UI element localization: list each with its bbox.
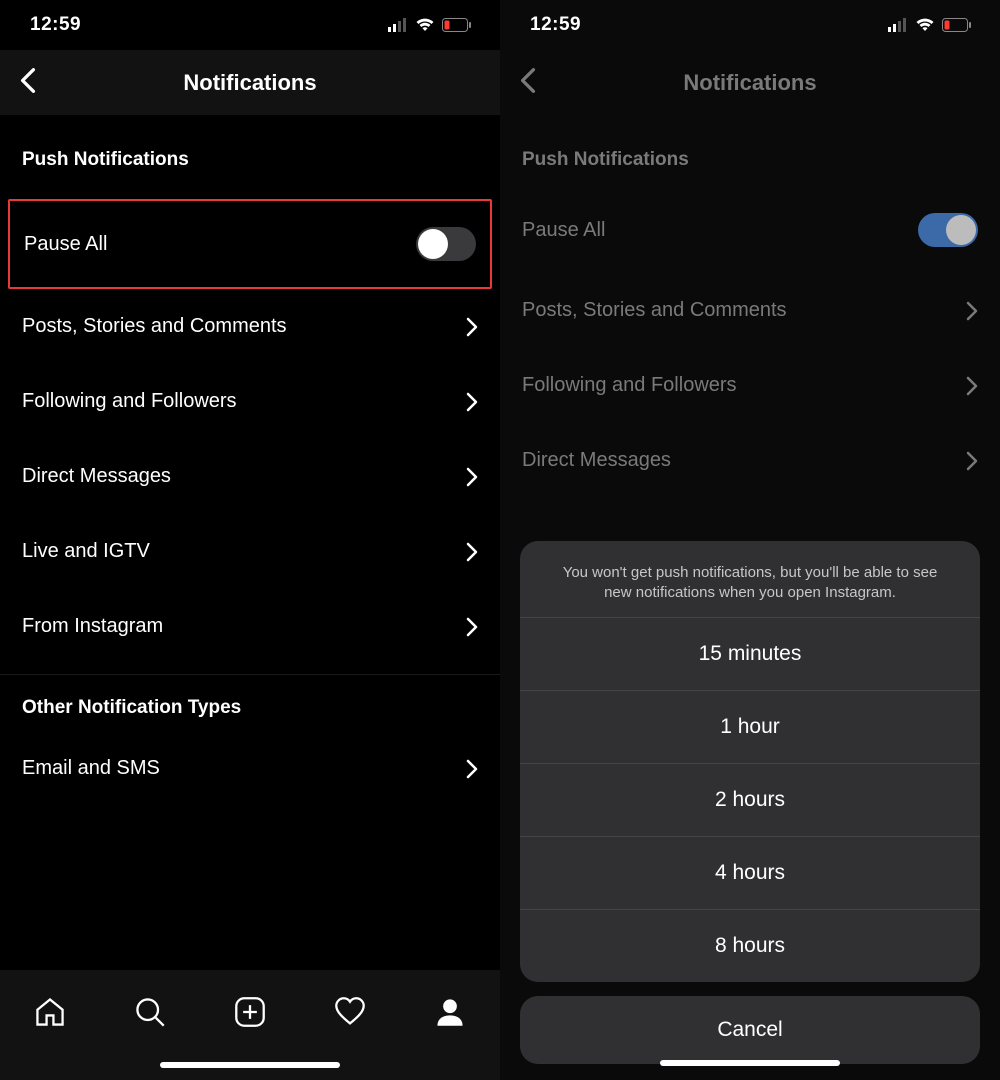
option-4-hours[interactable]: 4 hours <box>520 836 980 909</box>
pause-all-row: Pause All <box>500 183 1000 273</box>
row-posts[interactable]: Posts, Stories and Comments <box>0 289 500 364</box>
wifi-icon <box>915 18 935 32</box>
chevron-left-icon <box>20 67 36 93</box>
row-following[interactable]: Following and Followers <box>0 364 500 439</box>
chevron-right-icon <box>466 759 478 779</box>
nav-header: Notifications <box>0 50 500 115</box>
pause-all-label: Pause All <box>24 233 107 256</box>
section-push-title: Push Notifications <box>500 115 1000 183</box>
row-email-sms[interactable]: Email and SMS <box>0 731 500 806</box>
screenshot-right: 12:59 Notifications Push Notifications P… <box>500 0 1000 1080</box>
row-label: Email and SMS <box>22 757 160 780</box>
status-icons <box>388 18 472 32</box>
status-time: 12:59 <box>530 14 581 36</box>
chevron-left-icon <box>520 67 536 93</box>
toggle-knob <box>946 215 976 245</box>
settings-list: Push Notifications Pause All Posts, Stor… <box>0 115 500 1080</box>
row-dm[interactable]: Direct Messages <box>0 439 500 514</box>
back-button[interactable] <box>20 67 36 98</box>
chevron-right-icon <box>466 317 478 337</box>
row-following: Following and Followers <box>500 348 1000 423</box>
tab-search[interactable] <box>128 990 172 1034</box>
chevron-right-icon <box>966 451 978 471</box>
toggle-knob <box>418 229 448 259</box>
row-label: Following and Followers <box>522 374 737 397</box>
option-2-hours[interactable]: 2 hours <box>520 763 980 836</box>
row-dm: Direct Messages <box>500 423 1000 498</box>
row-posts: Posts, Stories and Comments <box>500 273 1000 348</box>
search-icon <box>134 996 166 1028</box>
nav-header: Notifications <box>500 50 1000 115</box>
chevron-right-icon <box>466 617 478 637</box>
status-time: 12:59 <box>30 14 81 36</box>
row-label: Following and Followers <box>22 390 237 413</box>
pause-all-toggle-on[interactable] <box>918 213 978 247</box>
chevron-right-icon <box>466 467 478 487</box>
tab-profile[interactable] <box>428 990 472 1034</box>
row-label: From Instagram <box>22 615 163 638</box>
battery-low-icon <box>942 18 972 32</box>
plus-square-icon <box>234 996 266 1028</box>
section-other-title: Other Notification Types <box>0 675 500 731</box>
row-from-instagram[interactable]: From Instagram <box>0 589 500 664</box>
action-sheet-options: You won't get push notifications, but yo… <box>520 541 980 983</box>
status-bar: 12:59 <box>500 0 1000 50</box>
cellular-icon <box>888 18 908 32</box>
settings-list-dimmed: Push Notifications Pause All Posts, Stor… <box>500 115 1000 1080</box>
tab-activity[interactable] <box>328 990 372 1034</box>
chevron-right-icon <box>966 301 978 321</box>
tab-create[interactable] <box>228 990 272 1034</box>
page-title: Notifications <box>183 70 316 96</box>
section-push-title: Push Notifications <box>0 115 500 183</box>
action-sheet: You won't get push notifications, but yo… <box>520 541 980 1065</box>
option-8-hours[interactable]: 8 hours <box>520 909 980 982</box>
chevron-right-icon <box>966 376 978 396</box>
row-label: Posts, Stories and Comments <box>522 299 787 322</box>
row-label: Direct Messages <box>22 465 171 488</box>
row-label: Posts, Stories and Comments <box>22 315 287 338</box>
home-indicator <box>660 1060 840 1066</box>
pause-all-row[interactable]: Pause All <box>8 199 492 289</box>
home-icon <box>34 996 66 1028</box>
page-title: Notifications <box>683 70 816 96</box>
cancel-button[interactable]: Cancel <box>520 996 980 1064</box>
home-indicator <box>160 1062 340 1068</box>
status-icons <box>888 18 972 32</box>
status-bar: 12:59 <box>0 0 500 50</box>
row-label: Live and IGTV <box>22 540 150 563</box>
wifi-icon <box>415 18 435 32</box>
tab-bar <box>0 970 500 1080</box>
heart-icon <box>334 996 366 1028</box>
row-live[interactable]: Live and IGTV <box>0 514 500 589</box>
sheet-message: You won't get push notifications, but yo… <box>520 541 980 618</box>
pause-all-label: Pause All <box>522 219 605 242</box>
screenshot-left: 12:59 Notifications Push Notifications P… <box>0 0 500 1080</box>
row-label: Direct Messages <box>522 449 671 472</box>
chevron-right-icon <box>466 392 478 412</box>
profile-icon <box>434 996 466 1028</box>
back-button[interactable] <box>520 67 536 98</box>
battery-low-icon <box>442 18 472 32</box>
option-1-hour[interactable]: 1 hour <box>520 690 980 763</box>
cellular-icon <box>388 18 408 32</box>
option-15-minutes[interactable]: 15 minutes <box>520 617 980 690</box>
chevron-right-icon <box>466 542 478 562</box>
pause-all-toggle[interactable] <box>416 227 476 261</box>
tab-home[interactable] <box>28 990 72 1034</box>
